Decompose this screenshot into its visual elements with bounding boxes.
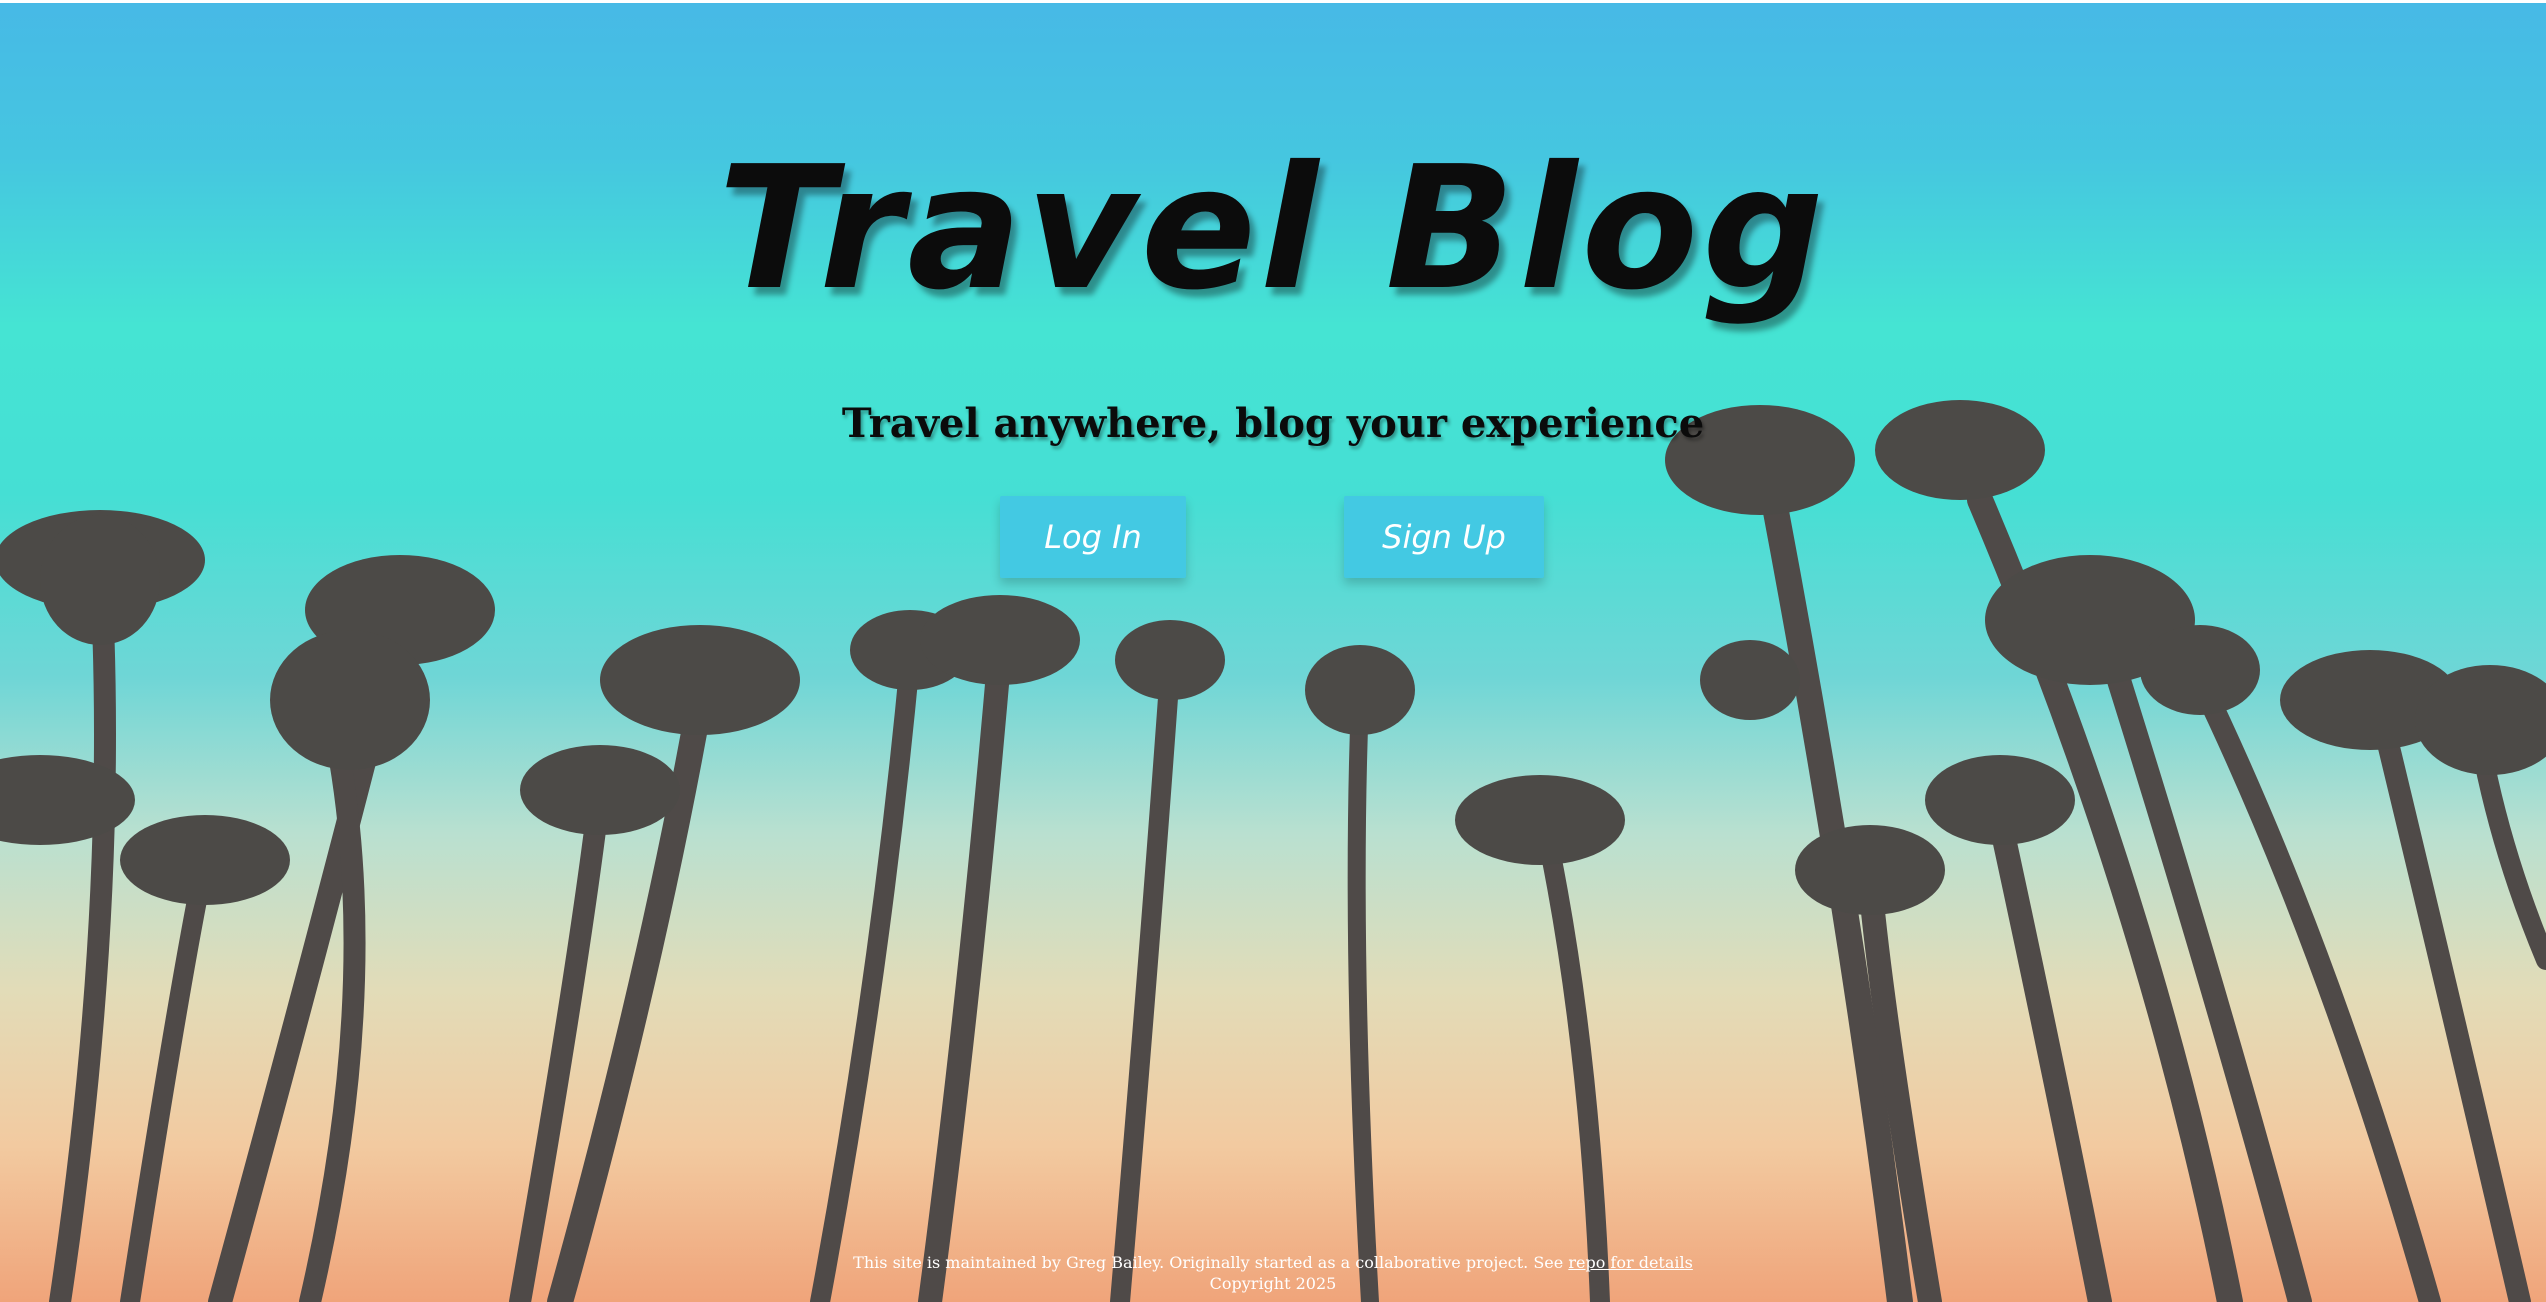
footer-copyright: Copyright 2025 — [1209, 1274, 1337, 1293]
login-button[interactable]: Log In — [1000, 496, 1186, 578]
footer: This site is maintained by Greg Bailey. … — [0, 1252, 2546, 1294]
site-title: Travel Blog — [718, 130, 1828, 328]
footer-maintained-text: This site is maintained by Greg Bailey. … — [853, 1253, 1569, 1272]
repo-link[interactable]: repo for details — [1568, 1253, 1693, 1272]
site-tagline: Travel anywhere, blog your experience — [841, 400, 1705, 447]
signup-button[interactable]: Sign Up — [1344, 496, 1544, 578]
footer-attribution: This site is maintained by Greg Bailey. … — [0, 1252, 2546, 1273]
